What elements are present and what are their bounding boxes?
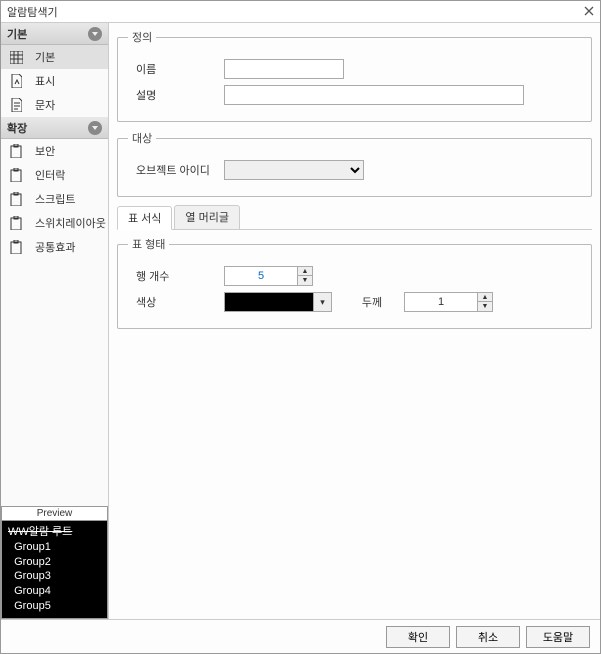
table-form-group: 표 형태 행 개수 ▲ ▼ 색상 ▾ [117,236,592,329]
dialog-footer: 확인 취소 도움말 [1,619,600,653]
name-label: 이름 [128,61,216,77]
spin-down-icon[interactable]: ▼ [478,302,492,311]
row-count-label: 행 개수 [128,268,216,284]
row-count-input[interactable] [224,266,298,286]
sidebar-item-label: 스크립트 [35,191,75,207]
content-pane: 정의 이름 설명 대상 오브젝트 아이디 [109,23,600,619]
text-file-icon [9,98,23,112]
window-title: 알람탐색기 [7,4,58,20]
section-label: 기본 [7,26,27,42]
thickness-spinner[interactable]: ▲ ▼ [404,292,493,312]
sidebar-item-script[interactable]: 스크립트 [1,187,108,211]
spin-up-icon[interactable]: ▲ [478,293,492,302]
preview-group: Group3 [8,569,101,584]
section-label: 확장 [7,120,27,136]
chevron-down-icon[interactable]: ▾ [314,292,332,312]
clipboard-icon [9,216,23,230]
clipboard-icon [9,168,23,182]
help-button[interactable]: 도움말 [526,626,590,648]
clipboard-icon [9,192,23,206]
tabs-strip: 표 서식 열 머리글 [117,205,592,230]
close-icon[interactable] [584,5,594,19]
preview-group: Group5 [8,599,101,614]
spin-up-icon[interactable]: ▲ [298,267,312,276]
sidebar-item-display[interactable]: 표시 [1,69,108,93]
table-form-legend: 표 형태 [128,236,169,252]
sidebar-item-label: 스위치레이아웃 [35,215,106,231]
grid-icon [9,50,23,64]
sidebar-item-security[interactable]: 보안 [1,139,108,163]
sidebar: 기본 기본 표시 문자 확장 보안 [1,23,109,619]
clipboard-icon [9,144,23,158]
sidebar-item-label: 보안 [35,143,55,159]
target-group: 대상 오브젝트 아이디 [117,130,592,197]
sidebar-item-text[interactable]: 문자 [1,93,108,117]
tab-table-format[interactable]: 표 서식 [117,206,172,230]
name-input[interactable] [224,59,344,79]
sidebar-item-label: 인터락 [35,167,65,183]
sidebar-item-label: 공통효과 [35,239,75,255]
sidebar-item-basic[interactable]: 기본 [1,45,108,69]
sidebar-item-label: 기본 [35,49,55,65]
preview-body: WW알람 루트 Group1 Group2 Group3 Group4 Grou… [2,521,107,618]
sidebar-section-basic[interactable]: 기본 [1,23,108,45]
preview-root: WW알람 루트 [8,525,101,540]
desc-label: 설명 [128,87,216,103]
object-id-label: 오브젝트 아이디 [128,162,216,178]
sidebar-item-switchlayout[interactable]: 스위치레이아웃 [1,211,108,235]
target-legend: 대상 [128,130,156,146]
desc-input[interactable] [224,85,524,105]
sidebar-item-label: 표시 [35,73,55,89]
spin-down-icon[interactable]: ▼ [298,276,312,285]
file-icon [9,74,23,88]
sidebar-section-advanced[interactable]: 확장 [1,117,108,139]
sidebar-item-interlock[interactable]: 인터락 [1,163,108,187]
clipboard-icon [9,240,23,254]
titlebar: 알람탐색기 [1,1,600,23]
thickness-input[interactable] [404,292,478,312]
color-combo[interactable]: ▾ [224,292,332,312]
cancel-button[interactable]: 취소 [456,626,520,648]
preview-group: Group2 [8,555,101,570]
object-id-select[interactable] [224,160,364,180]
preview-panel: Preview WW알람 루트 Group1 Group2 Group3 Gro… [1,506,108,619]
color-swatch [224,292,314,312]
chevron-down-icon [88,121,102,135]
preview-group: Group1 [8,540,101,555]
definition-group: 정의 이름 설명 [117,29,592,122]
tab-column-header[interactable]: 열 머리글 [174,205,240,229]
definition-legend: 정의 [128,29,156,45]
sidebar-item-commoneffect[interactable]: 공통효과 [1,235,108,259]
sidebar-item-label: 문자 [35,97,55,113]
body: 기본 기본 표시 문자 확장 보안 [1,23,600,619]
preview-group: Group4 [8,584,101,599]
preview-title: Preview [2,507,107,521]
thickness-label: 두께 [340,294,396,310]
row-count-spinner[interactable]: ▲ ▼ [224,266,313,286]
ok-button[interactable]: 확인 [386,626,450,648]
dialog-window: 알람탐색기 기본 기본 표시 문자 확장 [0,0,601,654]
chevron-down-icon [88,27,102,41]
color-label: 색상 [128,294,216,310]
